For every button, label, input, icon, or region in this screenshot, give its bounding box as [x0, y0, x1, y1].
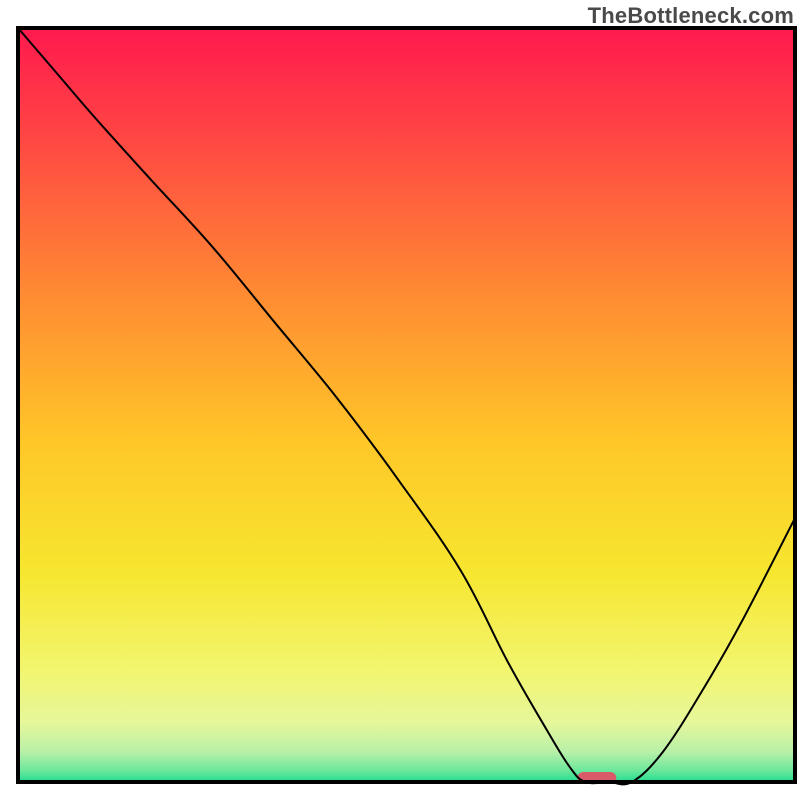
plot-background: [18, 28, 795, 782]
chart-frame: TheBottleneck.com: [0, 0, 800, 800]
chart-svg: [0, 0, 800, 800]
